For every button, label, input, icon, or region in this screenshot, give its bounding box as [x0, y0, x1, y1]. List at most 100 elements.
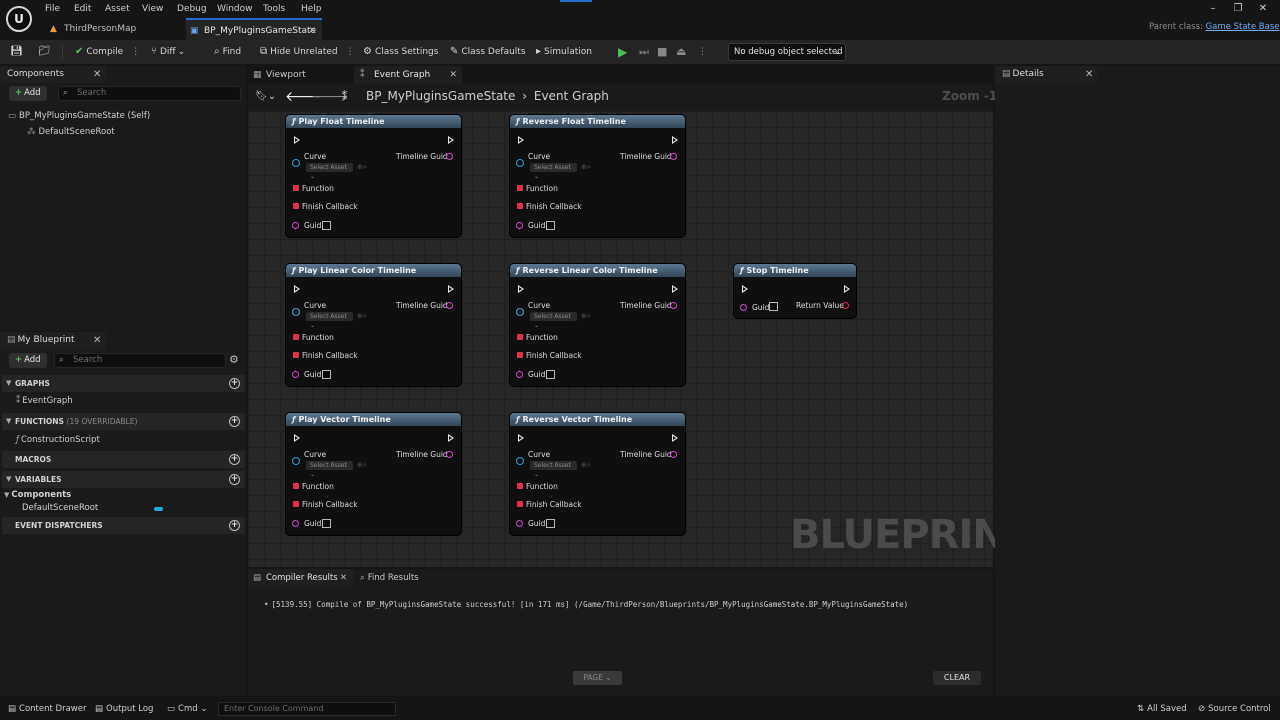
save-icon[interactable]: 💾︎: [10, 40, 26, 64]
exec-out-pin[interactable]: [448, 285, 454, 293]
finish-callback-pin[interactable]: [517, 352, 523, 358]
variable-item-defaultsceneroot[interactable]: DefaultSceneRoot: [22, 503, 98, 513]
close-icon[interactable]: ✕: [449, 66, 457, 84]
exec-in-pin[interactable]: [742, 285, 748, 293]
guid-pin[interactable]: [292, 520, 299, 527]
exec-in-pin[interactable]: [294, 285, 300, 293]
curve-pin[interactable]: [516, 159, 524, 167]
exec-out-pin[interactable]: [844, 285, 850, 293]
asset-tools-icon[interactable]: ⊕⌕: [581, 163, 591, 172]
asset-tools-icon[interactable]: ⊕⌕: [357, 312, 367, 321]
node-stop-timeline[interactable]: ƒ Stop Timeline Guid Return Value: [733, 263, 857, 319]
tab-thirdpersonmap[interactable]: ▲ ThirdPersonMap: [46, 18, 182, 40]
section-functions[interactable]: ▼ FUNCTIONS (19 OVERRIDABLE) +: [2, 413, 245, 430]
simulation-button[interactable]: ▸ Simulation: [536, 40, 592, 64]
timeline-guid-pin[interactable]: [446, 302, 453, 309]
guid-pin[interactable]: [516, 520, 523, 527]
guid-pin[interactable]: [740, 304, 747, 311]
add-variable-icon[interactable]: +: [229, 474, 240, 485]
exec-out-pin[interactable]: [448, 136, 454, 144]
guid-checkbox[interactable]: [322, 370, 331, 379]
hide-unrelated-options-icon[interactable]: ⋮: [346, 47, 355, 57]
finish-callback-pin[interactable]: [293, 203, 299, 209]
finish-callback-pin[interactable]: [293, 501, 299, 507]
content-drawer-button[interactable]: ▤ Content Drawer: [8, 698, 86, 720]
close-icon[interactable]: ✕: [93, 332, 101, 349]
page-select[interactable]: PAGE ⌄: [573, 671, 622, 685]
curve-asset-select[interactable]: Select Asset ⌄: [306, 163, 353, 180]
section-event-dispatchers[interactable]: EVENT DISPATCHERS +: [2, 517, 245, 534]
class-settings-button[interactable]: ⚙ Class Settings: [363, 40, 438, 64]
asset-tools-icon[interactable]: ⊕⌕: [357, 461, 367, 470]
component-defaultsceneroot[interactable]: ⁂ DefaultSceneRoot: [27, 127, 115, 137]
guid-checkbox[interactable]: [546, 519, 555, 528]
unreal-logo-icon[interactable]: U: [6, 6, 32, 32]
close-icon[interactable]: ✕: [1085, 66, 1093, 83]
output-log-button[interactable]: ▤ Output Log: [95, 698, 153, 720]
curve-pin[interactable]: [292, 457, 300, 465]
function-item-constructionscript[interactable]: ƒ ConstructionScript: [16, 435, 100, 445]
cmd-select[interactable]: ▭ Cmd ⌄: [167, 698, 207, 720]
minimize-icon[interactable]: –: [1206, 2, 1220, 16]
exec-out-pin[interactable]: [672, 285, 678, 293]
guid-pin[interactable]: [516, 222, 523, 229]
components-search-input[interactable]: ⌕ Search: [58, 86, 241, 101]
menu-debug[interactable]: Debug: [177, 2, 207, 16]
menu-asset[interactable]: Asset: [105, 2, 130, 16]
guid-checkbox[interactable]: [322, 221, 331, 230]
timeline-guid-pin[interactable]: [446, 451, 453, 458]
play-options-icon[interactable]: ⋮: [698, 40, 707, 64]
add-macro-icon[interactable]: +: [229, 454, 240, 465]
guid-pin[interactable]: [516, 371, 523, 378]
curve-asset-select[interactable]: Select Asset ⌄: [306, 461, 353, 478]
add-member-button[interactable]: + Add: [9, 353, 47, 368]
parent-class-link[interactable]: Game State Base: [1206, 22, 1280, 32]
breadcrumb-asset[interactable]: BP_MyPluginsGameState: [366, 89, 515, 103]
function-pin[interactable]: [293, 185, 299, 191]
stop-icon[interactable]: ■: [657, 40, 667, 64]
add-dispatcher-icon[interactable]: +: [229, 520, 240, 531]
gear-icon[interactable]: ⚙: [229, 353, 239, 366]
tab-find-results[interactable]: ⌕ Find Results: [360, 569, 419, 587]
tab-compiler-results[interactable]: ▤ Compiler Results ✕: [248, 569, 353, 587]
curve-asset-select[interactable]: Select Asset ⌄: [306, 312, 353, 329]
timeline-guid-pin[interactable]: [670, 302, 677, 309]
node-play-linear-color-timeline[interactable]: ƒ Play Linear Color Timeline Curve Select…: [285, 263, 462, 387]
finish-callback-pin[interactable]: [517, 501, 523, 507]
exec-out-pin[interactable]: [448, 434, 454, 442]
section-macros[interactable]: MACROS +: [2, 451, 245, 468]
tab-viewport[interactable]: ▦ Viewport: [248, 66, 351, 84]
function-pin[interactable]: [293, 334, 299, 340]
section-variables[interactable]: ▼ VARIABLES +: [2, 471, 245, 488]
curve-pin[interactable]: [292, 308, 300, 316]
my-blueprint-tab[interactable]: ▤ My Blueprint ✕: [0, 332, 106, 349]
exec-out-pin[interactable]: [672, 434, 678, 442]
guid-checkbox[interactable]: [546, 370, 555, 379]
find-button[interactable]: ⌕ Find: [214, 40, 241, 64]
menu-help[interactable]: Help: [301, 2, 322, 16]
curve-pin[interactable]: [516, 308, 524, 316]
compile-options-icon[interactable]: ⋮: [131, 47, 140, 57]
details-tab[interactable]: ▤ Details ✕: [995, 66, 1097, 83]
source-control-button[interactable]: ⊘ Source Control: [1198, 698, 1271, 720]
guid-pin[interactable]: [292, 222, 299, 229]
curve-pin[interactable]: [516, 457, 524, 465]
finish-callback-pin[interactable]: [517, 203, 523, 209]
add-function-icon[interactable]: +: [229, 416, 240, 427]
exec-in-pin[interactable]: [518, 136, 524, 144]
curve-asset-select[interactable]: Select Asset ⌄: [530, 163, 577, 180]
menu-file[interactable]: File: [45, 2, 60, 16]
exec-in-pin[interactable]: [518, 285, 524, 293]
menu-window[interactable]: Window: [217, 2, 253, 16]
play-icon[interactable]: ▶: [618, 40, 627, 64]
close-icon[interactable]: ✕: [93, 66, 101, 83]
guid-checkbox[interactable]: [546, 221, 555, 230]
component-self[interactable]: ▭ BP_MyPluginsGameState (Self): [8, 111, 150, 121]
exec-in-pin[interactable]: [294, 136, 300, 144]
step-icon[interactable]: ⏭: [639, 40, 649, 64]
finish-callback-pin[interactable]: [293, 352, 299, 358]
node-play-float-timeline[interactable]: ƒ Play Float Timeline Curve Select Asset …: [285, 114, 462, 238]
diff-button[interactable]: ⑂ Diff ⌄: [151, 40, 185, 64]
maximize-icon[interactable]: ❐: [1231, 2, 1245, 16]
function-pin[interactable]: [293, 483, 299, 489]
